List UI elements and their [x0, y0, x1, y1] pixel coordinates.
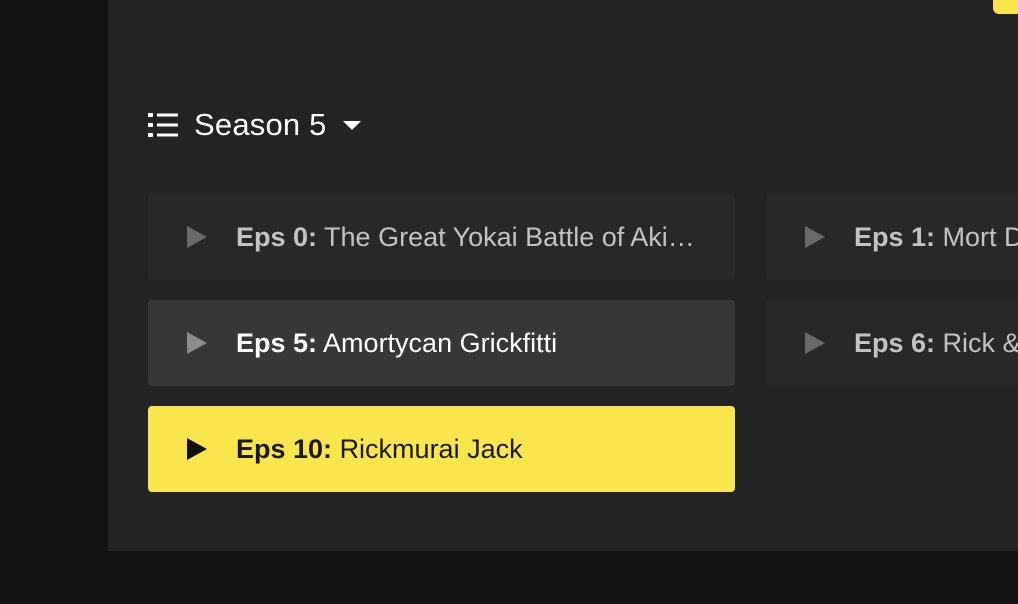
- play-icon: [805, 332, 825, 354]
- episode-title: Mort D: [942, 221, 1018, 252]
- caret-down-icon: [342, 121, 361, 130]
- play-icon: [187, 226, 207, 248]
- season-dropdown[interactable]: Season 5: [148, 104, 361, 146]
- episode-label: Eps 6: Rick &: [854, 328, 1018, 359]
- episode-item-1[interactable]: Eps 1: Mort D: [766, 194, 1018, 280]
- episode-item-0[interactable]: Eps 0: The Great Yokai Battle of Aki…: [148, 194, 735, 280]
- play-icon: [805, 226, 825, 248]
- episode-item-10-active[interactable]: Eps 10: Rickmurai Jack: [148, 406, 735, 492]
- play-icon: [187, 438, 207, 460]
- episodes-panel: Season 5 Eps 0: The Great Yokai Battle o…: [108, 0, 1018, 551]
- episode-label: Eps 0: The Great Yokai Battle of Aki…: [236, 222, 695, 253]
- episode-title: Rick &: [942, 327, 1018, 358]
- episode-number: Eps 1:: [854, 221, 936, 252]
- episode-title: Rickmurai Jack: [339, 433, 523, 464]
- episode-item-6[interactable]: Eps 6: Rick &: [766, 300, 1018, 386]
- episode-number: Eps 5:: [236, 327, 318, 358]
- play-icon: [187, 332, 207, 354]
- episode-label: Eps 5: Amortycan Grickfitti: [236, 328, 557, 359]
- episode-number: Eps 10:: [236, 433, 333, 464]
- episode-title: Amortycan Grickfitti: [323, 327, 558, 358]
- accent-button[interactable]: [993, 0, 1018, 14]
- episode-number: Eps 0:: [236, 221, 318, 252]
- season-label: Season 5: [194, 107, 327, 142]
- list-icon: [148, 113, 178, 137]
- episode-title: The Great Yokai Battle of Aki…: [324, 221, 695, 252]
- episode-label: Eps 1: Mort D: [854, 222, 1018, 253]
- episode-label: Eps 10: Rickmurai Jack: [236, 434, 523, 465]
- episode-item-5[interactable]: Eps 5: Amortycan Grickfitti: [148, 300, 735, 386]
- episode-number: Eps 6:: [854, 327, 936, 358]
